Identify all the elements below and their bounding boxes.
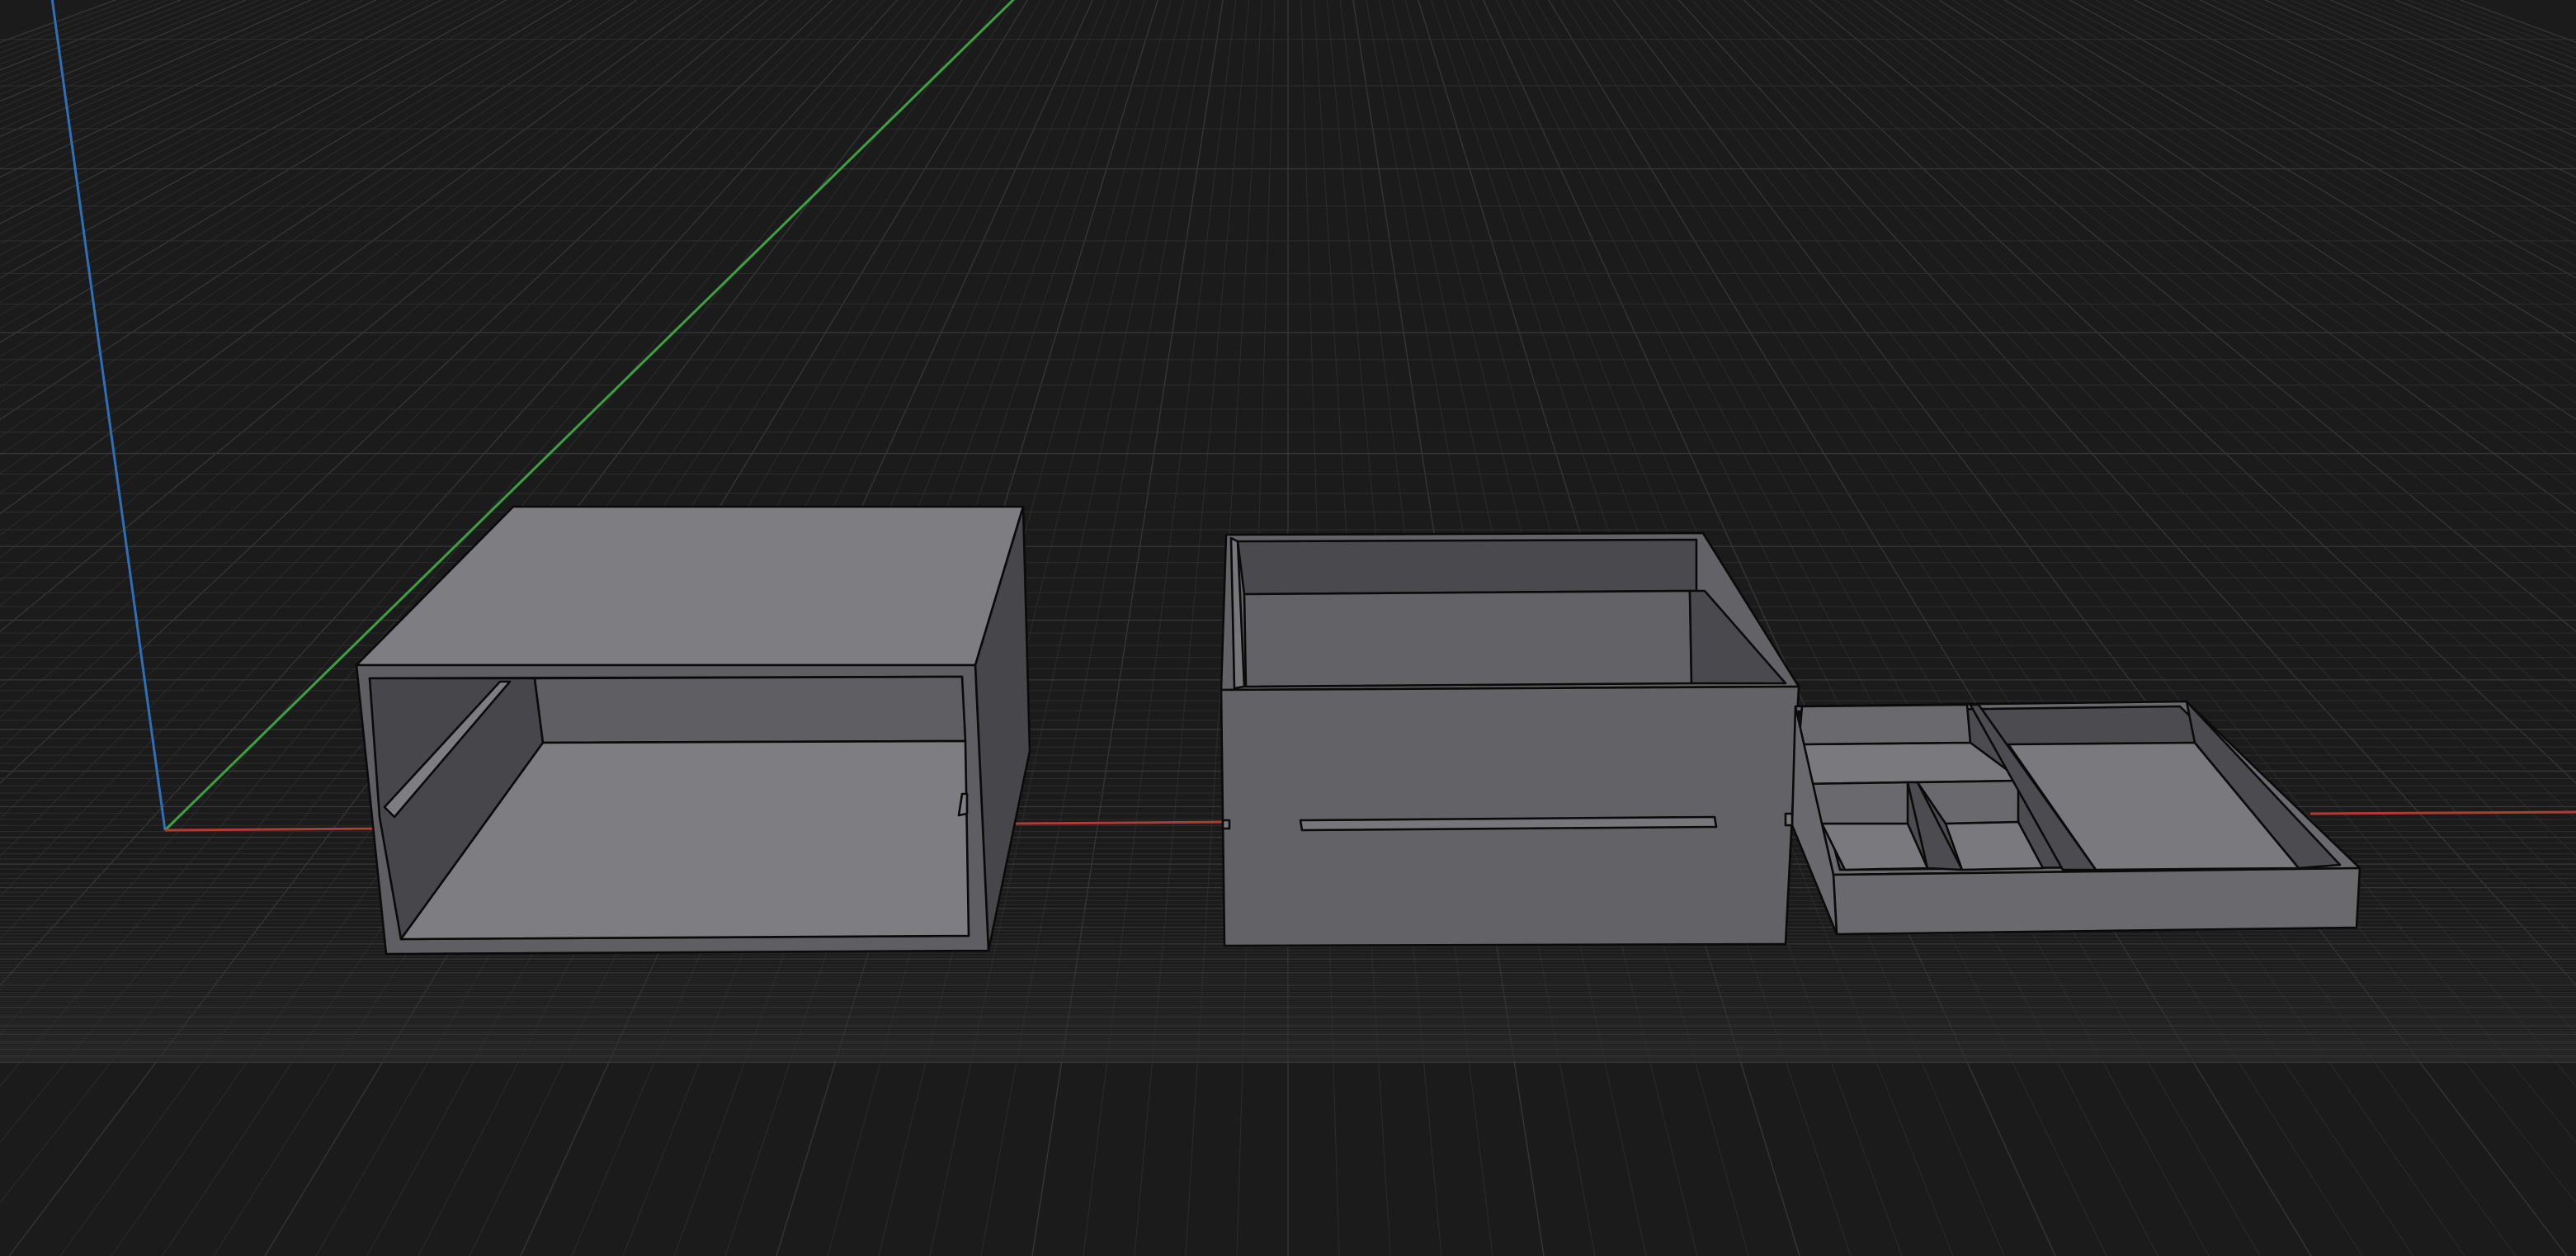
grid-line [1822, 0, 2576, 607]
grid-line [0, 0, 182, 71]
open-box-shell-model[interactable] [355, 505, 1031, 956]
grid-line [0, 0, 207, 83]
tray-front-face [1832, 866, 2361, 936]
grid-line [2304, 0, 2576, 116]
grid-line [0, 0, 116, 43]
grid-line [0, 0, 299, 130]
grid-line [2446, 0, 2576, 49]
x-axis-line [164, 827, 380, 832]
grid-line [1769, 0, 2576, 719]
grid-line [1665, 0, 2576, 1035]
grid-line [1782, 0, 2576, 688]
grid-line [0, 0, 168, 65]
x-axis-line-segment [1014, 820, 1230, 825]
grid-line [2408, 0, 2576, 65]
grid-line [1730, 0, 2576, 819]
grid-line [0, 0, 312, 138]
grid-line [2056, 0, 2576, 290]
z-axis-line [50, 0, 167, 831]
grid-line [2069, 0, 2576, 279]
compartment-tray-model[interactable] [1784, 700, 2361, 936]
grid-line [0, 0, 442, 224]
grid-line [2421, 0, 2576, 59]
shell-top-face [355, 505, 1025, 667]
grid-line [2199, 0, 2576, 178]
grid-line [2017, 0, 2576, 329]
grid-line [0, 0, 220, 89]
grid-line [2095, 0, 2576, 256]
grid-line [2394, 0, 2576, 71]
grid-line [2160, 0, 2576, 205]
grid-line [2187, 0, 2576, 187]
3d-viewport[interactable] [0, 0, 2576, 1256]
grid-line [1031, 0, 1224, 1256]
grid-line [1834, 0, 2576, 582]
drawer-inner-back-wall [1236, 538, 1698, 596]
grid-line [2277, 0, 2576, 130]
grid-line [1639, 0, 2576, 1143]
grid-line [2264, 0, 2576, 138]
grid-line [1951, 0, 2576, 404]
grid-line [2134, 0, 2576, 224]
shell-inner-ceiling [533, 675, 967, 744]
tray-left-peg [1784, 812, 1794, 827]
x-axis-line-segment-right [2309, 810, 2576, 815]
grid-line [0, 0, 429, 215]
grid-line [1899, 0, 2576, 475]
drawer-left-peg [1221, 819, 1231, 830]
grid-line [1886, 0, 2576, 494]
grid-line [1795, 0, 2576, 659]
grid-line [0, 0, 389, 187]
grid-line [1704, 0, 2576, 898]
grid-line [2356, 0, 2576, 89]
grid-line [0, 0, 285, 123]
grid-line [1757, 0, 2576, 750]
grid-line [0, 0, 416, 205]
grid-line [1847, 0, 2576, 559]
grid-line [2082, 0, 2576, 267]
grid-line [0, 0, 130, 49]
drawer-inner-panel [1243, 589, 1693, 688]
grid-line [2147, 0, 2576, 215]
grid-line [2043, 0, 2576, 303]
grid-line [1717, 0, 2576, 857]
grid-line [0, 0, 351, 161]
grid-line [0, 0, 377, 178]
grid-line [0, 0, 142, 54]
grid-line [2225, 0, 2576, 161]
grid-line [2434, 0, 2576, 54]
tray-divider-back [1797, 703, 1972, 746]
grid-line [1083, 0, 1237, 1256]
grid-line [1652, 0, 2576, 1087]
drawer-front-slot [1299, 815, 1718, 832]
grid-line [2369, 0, 2576, 83]
drawer-body-model[interactable] [1220, 531, 1800, 947]
grid-line [1939, 0, 2576, 421]
grid-line [0, 0, 272, 116]
grid-line [1978, 0, 2576, 372]
grid-line [2460, 0, 2576, 43]
scene-canvas[interactable] [0, 0, 2576, 1256]
grid-line [2291, 0, 2576, 123]
